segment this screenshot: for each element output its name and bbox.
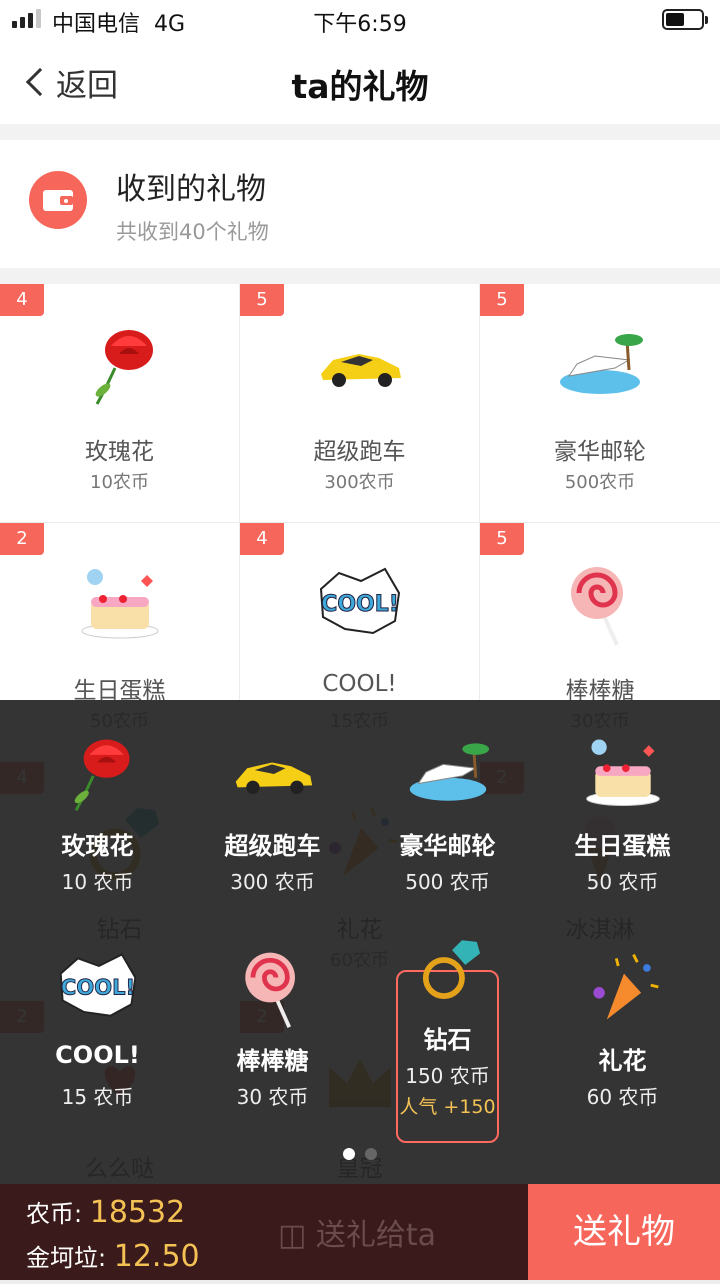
picker-gift-price: 50 农币 [586,870,659,894]
gift-cell[interactable]: 4 玫瑰花 10农币 [0,284,239,522]
summary-subtitle: 共收到40个礼物 [116,220,269,244]
gift-picker-panel: 玫瑰花 10 农币 超级跑车 300 农币 豪华邮轮 500 农币 生日蛋糕 50 农币 COO… [0,700,720,1184]
sports-car-icon [230,730,316,816]
picker-gift-price: 30 农币 [236,1085,309,1109]
rose-icon [55,730,141,816]
cool-icon: COOL! [55,945,141,1031]
gold-balance: 金坷垃: 12.50 [26,1239,200,1274]
lollipop-icon [230,945,316,1031]
rose-icon [75,320,165,410]
gift-cell[interactable]: 5 豪华邮轮 500农币 [480,284,720,522]
gift-count-badge: 4 [240,523,284,555]
gift-count-badge: 5 [240,284,284,316]
summary-title: 收到的礼物 [116,172,266,207]
picker-gift-name: 钻石 [423,1026,472,1054]
send-gift-button[interactable]: 送礼物 [528,1184,720,1280]
picker-gift-name: 玫瑰花 [61,832,134,860]
birthday-cake-icon [75,559,165,649]
picker-gift[interactable]: 超级跑车 300 农币 [185,720,360,935]
battery-icon [662,9,708,30]
picker-gift[interactable]: 豪华邮轮 500 农币 [360,720,535,935]
status-bar: 中国电信 4G 下午6:59 [0,0,720,40]
gift-name: 超级跑车 [313,439,406,465]
page-dot[interactable] [343,1148,355,1160]
page-title: ta的礼物 [291,67,429,106]
gift-name: COOL! [322,671,397,697]
party-popper-icon [580,945,666,1031]
gift-picker-grid: 玫瑰花 10 农币 超级跑车 300 农币 豪华邮轮 500 农币 生日蛋糕 50 农币 COO… [0,720,720,1150]
gift-price: 500农币 [564,472,636,493]
gift-summary: 收到的礼物 共收到40个礼物 [0,140,720,268]
diamond-ring-icon [411,932,485,1006]
gift-name: 玫瑰花 [85,439,154,465]
picker-gift-price: 500 农币 [405,870,490,894]
picker-gift[interactable]: 生日蛋糕 50 农币 [535,720,710,935]
page-dot[interactable] [365,1148,377,1160]
gift-box-icon: ◫ [278,1218,307,1253]
picker-gift-name: 豪华邮轮 [399,832,496,860]
birthday-cake-icon [580,730,666,816]
send-to-ta-label: ◫ 送礼给ta [278,1218,437,1253]
popularity-label: 人气 +150 [399,1096,496,1118]
picker-gift[interactable]: COOL! COOL! 15 农币 [10,935,185,1150]
nav-bar: 返回 ta的礼物 [0,40,720,124]
gift-count-badge: 4 [0,284,44,316]
wallet-icon [29,171,87,229]
clock: 下午6:59 [313,12,407,37]
svg-text:COOL!: COOL! [321,592,399,617]
cruise-ship-icon [405,730,491,816]
gift-price: 10农币 [90,472,149,493]
bottom-bar: 农币: 18532 金坷垃: 12.50 ◫ 送礼给ta 送礼物 [0,1184,720,1280]
gift-count-badge: 5 [480,523,524,555]
picker-gift-price: 150 农币 [405,1064,490,1088]
picker-gift-name: COOL! [55,1041,140,1069]
gift-cell[interactable]: 5 超级跑车 300农币 [240,284,479,522]
picker-gift-selected[interactable]: 钻石 150 农币 人气 +150 [396,940,499,1143]
picker-gift-price: 10 农币 [61,870,134,894]
picker-gift-price: 300 农币 [230,870,315,894]
gift-count-badge: 5 [480,284,524,316]
picker-gift-name: 棒棒糖 [236,1047,309,1075]
picker-gift-price: 15 农币 [61,1085,134,1109]
picker-gift-name: 超级跑车 [224,832,321,860]
picker-gift-name: 生日蛋糕 [574,832,671,860]
gift-count-badge: 2 [0,523,44,555]
sports-car-icon [315,320,405,410]
picker-gift-price: 60 农币 [586,1085,659,1109]
picker-gift[interactable]: 玫瑰花 10 农币 [10,720,185,935]
gift-price: 300农币 [324,472,395,493]
picker-gift-name: 礼花 [598,1047,647,1075]
lollipop-icon [555,559,645,649]
coin-balance: 农币: 18532 [26,1195,186,1230]
picker-gift[interactable]: 礼花 60 农币 [535,935,710,1150]
cool-icon: COOL! [315,559,405,649]
page-indicator [0,1148,720,1160]
picker-gift[interactable]: 棒棒糖 30 农币 [185,935,360,1150]
svg-text:COOL!: COOL! [60,975,134,1000]
cruise-ship-icon [555,320,645,410]
gift-name: 豪华邮轮 [554,439,646,465]
